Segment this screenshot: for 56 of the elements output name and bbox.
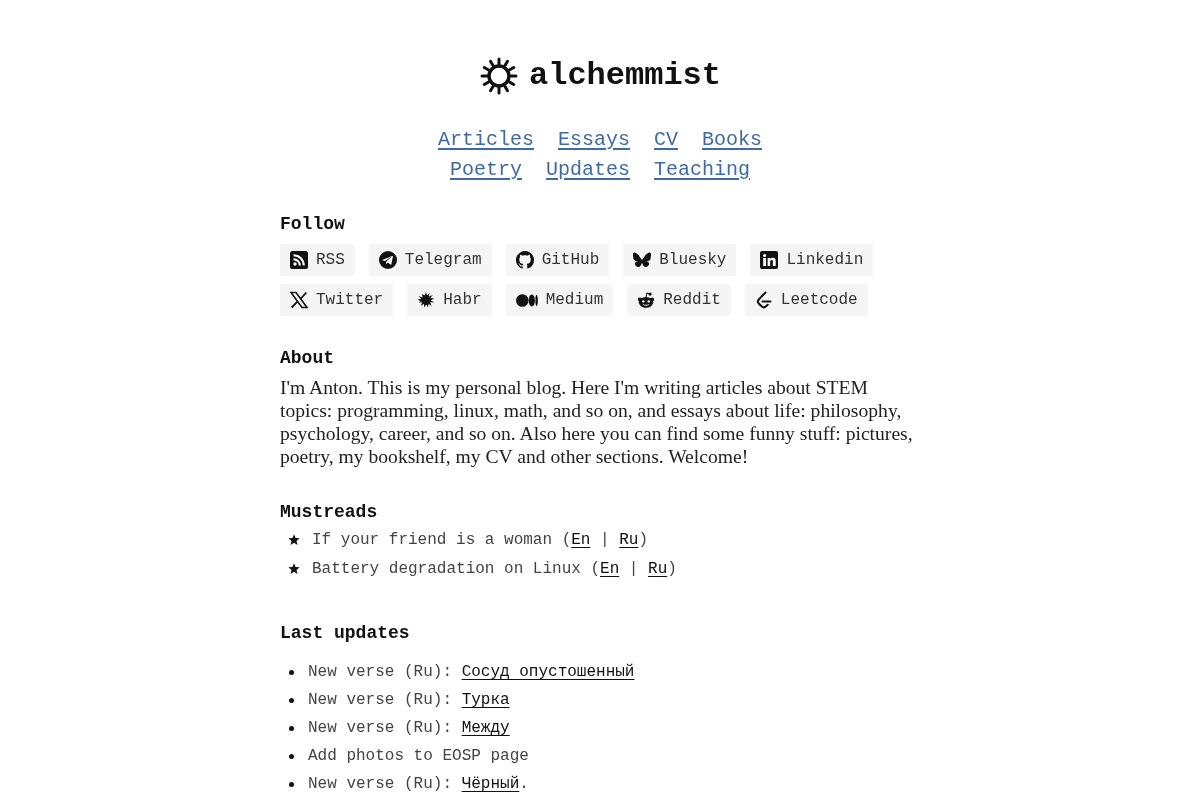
in-logo-icon xyxy=(760,251,779,269)
update-link[interactable]: Чёрный xyxy=(461,775,520,793)
section-heading: Mustreads xyxy=(280,501,379,523)
mustread-item: Battery degradation on Linux (En | Ru) xyxy=(312,558,677,580)
language-link[interactable]: Ru xyxy=(619,530,639,549)
nav-link[interactable]: Teaching xyxy=(654,155,750,185)
alien-head-icon xyxy=(637,291,656,309)
bullet-icon xyxy=(289,697,294,703)
section-heading: About xyxy=(280,347,335,369)
update-item: New verse (Ru): Чёрный. xyxy=(308,774,529,795)
social-link[interactable]: GitHub xyxy=(505,244,610,276)
social-link[interactable]: Linkedin xyxy=(750,244,874,276)
social-link[interactable]: Habr xyxy=(407,284,492,316)
nav-link[interactable]: CV xyxy=(654,125,678,155)
update-link[interactable]: Между xyxy=(461,719,510,737)
bullet-icon xyxy=(289,781,294,787)
nav-link[interactable]: Articles xyxy=(437,125,534,155)
bullet-icon xyxy=(289,669,294,675)
language-link[interactable]: En xyxy=(571,530,591,549)
section-heading: Last updates xyxy=(280,622,411,644)
bullet-icon xyxy=(289,753,294,759)
ink-blot-icon xyxy=(417,291,436,309)
social-link[interactable]: Twitter xyxy=(280,284,394,316)
bullet-icon xyxy=(289,725,294,731)
rss-icon xyxy=(290,251,308,269)
section-heading: Follow xyxy=(280,213,346,235)
update-link[interactable]: Сосуд опустошенный xyxy=(461,663,635,681)
nav-link[interactable]: Poetry xyxy=(449,155,522,185)
language-link[interactable]: En xyxy=(600,559,620,578)
social-link[interactable]: Leetcode xyxy=(744,284,868,316)
butterfly-icon xyxy=(633,251,652,269)
social-link[interactable]: Medium xyxy=(505,284,614,316)
update-item: New verse (Ru): Между xyxy=(308,718,510,739)
star-icon xyxy=(288,562,300,575)
nav-link[interactable]: Books xyxy=(702,125,763,155)
language-link[interactable]: Ru xyxy=(648,559,668,578)
sun-icon xyxy=(479,56,519,96)
paper-plane-icon xyxy=(378,251,397,269)
nav-link[interactable]: Updates xyxy=(546,155,630,185)
social-link[interactable]: RSS xyxy=(280,244,355,276)
mustread-item: If your friend is a woman (En | Ru) xyxy=(312,529,649,551)
update-link[interactable]: Турка xyxy=(461,691,510,709)
update-item: New verse (Ru): Сосуд опустошенный xyxy=(308,662,635,683)
social-link[interactable]: Bluesky xyxy=(623,244,737,276)
star-icon xyxy=(288,533,300,546)
nav-link[interactable]: Essays xyxy=(558,125,630,155)
social-link[interactable]: Reddit xyxy=(627,284,731,316)
circle-and-ovals-icon xyxy=(515,293,538,307)
cat-silhouette-icon xyxy=(515,251,534,269)
x-logo-icon xyxy=(290,291,308,309)
about-text: I'm Anton. This is my personal blog. Here I'm writing articles about STEM topics: programming, linux, math, and so on, and essays about life: philosophy, psychology, career, and so on. Also here you can find some funny stuff: pictures, poetry, my bookshelf, my CV and other sections. Welcome! xyxy=(280,376,914,468)
bracket-logo-icon xyxy=(754,291,773,309)
update-item: Add photos to EOSP page xyxy=(308,746,529,767)
site-title: alchemmist xyxy=(529,56,721,96)
update-item: New verse (Ru): Турка xyxy=(308,690,510,711)
social-link[interactable]: Telegram xyxy=(368,244,492,276)
